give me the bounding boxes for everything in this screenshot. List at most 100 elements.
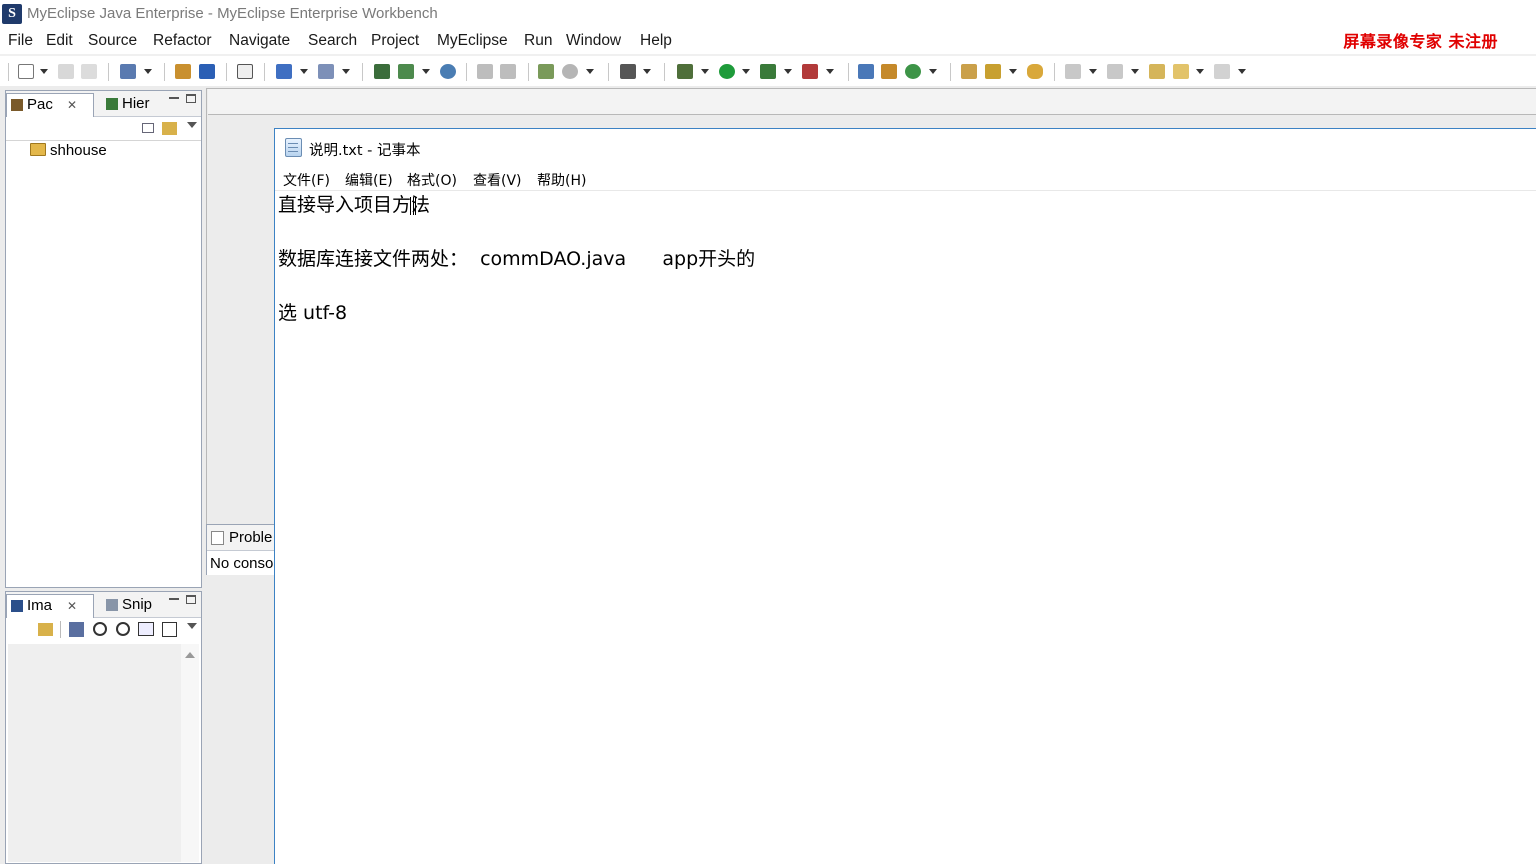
vertical-scrollbar[interactable] bbox=[181, 644, 199, 862]
new-enum-icon[interactable] bbox=[905, 64, 921, 79]
prev-annotation-icon[interactable] bbox=[477, 64, 493, 79]
notepad-menu-help[interactable]: 帮助(H) bbox=[537, 170, 586, 190]
debug-dropdown-icon[interactable] bbox=[701, 69, 709, 74]
menu-project[interactable]: Project bbox=[371, 32, 419, 50]
external-tools-dropdown-icon[interactable] bbox=[826, 69, 834, 74]
save-icon[interactable] bbox=[58, 64, 74, 79]
link-with-editor-icon[interactable] bbox=[38, 623, 53, 636]
browser-icon[interactable] bbox=[237, 64, 253, 79]
menu-myeclipse[interactable]: MyEclipse bbox=[437, 32, 508, 50]
menu-search[interactable]: Search bbox=[308, 32, 357, 50]
new-project-icon[interactable] bbox=[538, 64, 554, 79]
view-menu-icon[interactable] bbox=[187, 623, 197, 629]
external-tools-icon[interactable] bbox=[802, 64, 818, 79]
maximize-icon[interactable] bbox=[186, 595, 196, 604]
menu-navigate[interactable]: Navigate bbox=[229, 32, 290, 50]
pencil-icon[interactable] bbox=[985, 64, 1001, 79]
tree-item-project[interactable]: shhouse bbox=[30, 142, 107, 159]
toolbar-separator bbox=[1054, 63, 1055, 81]
tab-image-viewer[interactable]: Ima ✕ bbox=[6, 594, 94, 618]
notepad-text-area[interactable]: 直接导入项目方法 数据库连接文件两处： commDAO.java app开头的 … bbox=[278, 192, 1536, 864]
notepad-window[interactable]: 说明.txt - 记事本 文件(F) 编辑(E) 格式(O) 查看(V) 帮助(… bbox=[274, 128, 1536, 864]
database-icon[interactable] bbox=[562, 64, 578, 79]
menu-window[interactable]: Window bbox=[566, 32, 621, 50]
run-web-dropdown-icon[interactable] bbox=[300, 69, 308, 74]
new-class-icon[interactable] bbox=[858, 64, 874, 79]
notepad-menu-view[interactable]: 查看(V) bbox=[473, 170, 522, 190]
next-edit-dropdown-icon[interactable] bbox=[1089, 69, 1097, 74]
print-icon[interactable] bbox=[81, 64, 97, 79]
scroll-up-icon[interactable] bbox=[185, 652, 195, 658]
next-annotation-icon[interactable] bbox=[500, 64, 516, 79]
toolbar-separator bbox=[60, 621, 61, 638]
new-interface-icon[interactable] bbox=[881, 64, 897, 79]
run-config-dropdown-icon[interactable] bbox=[784, 69, 792, 74]
zoom-out-icon[interactable] bbox=[93, 622, 107, 636]
fit-window-icon[interactable] bbox=[162, 622, 177, 637]
last-edit-icon[interactable] bbox=[1149, 64, 1165, 79]
new-icon[interactable] bbox=[18, 64, 34, 79]
menu-help[interactable]: Help bbox=[640, 32, 672, 50]
notepad-menu-format[interactable]: 格式(O) bbox=[407, 170, 457, 190]
run-web-icon[interactable] bbox=[276, 64, 292, 79]
run-config-icon[interactable] bbox=[760, 64, 776, 79]
forward-icon[interactable] bbox=[1214, 64, 1230, 79]
menu-refactor[interactable]: Refactor bbox=[153, 32, 212, 50]
image-canvas[interactable] bbox=[8, 644, 181, 862]
camera-dropdown-icon[interactable] bbox=[643, 69, 651, 74]
tab-hierarchy[interactable]: Hier bbox=[102, 93, 162, 117]
database-dropdown-icon[interactable] bbox=[586, 69, 594, 74]
tree-item-label: shhouse bbox=[50, 142, 107, 159]
tab-snippets[interactable]: Snip bbox=[102, 594, 162, 618]
link-with-editor-icon[interactable] bbox=[162, 122, 177, 135]
zoom-in-icon[interactable] bbox=[116, 622, 130, 636]
search-folder-icon[interactable] bbox=[1027, 64, 1043, 79]
package-icon[interactable] bbox=[398, 64, 414, 79]
fit-image-icon[interactable] bbox=[69, 622, 84, 637]
debug-icon[interactable] bbox=[677, 64, 693, 79]
minimize-icon[interactable] bbox=[169, 598, 179, 600]
camera-icon[interactable] bbox=[620, 64, 636, 79]
menu-edit[interactable]: Edit bbox=[46, 32, 73, 50]
back-icon[interactable] bbox=[1173, 64, 1189, 79]
notepad-menu-edit[interactable]: 编辑(E) bbox=[345, 170, 393, 190]
new-enum-dropdown-icon[interactable] bbox=[929, 69, 937, 74]
toolbar-separator bbox=[528, 63, 529, 81]
minimize-icon[interactable] bbox=[169, 97, 179, 99]
window-title: MyEclipse Java Enterprise - MyEclipse En… bbox=[27, 5, 438, 22]
maximize-icon[interactable] bbox=[186, 94, 196, 103]
new-dropdown-icon[interactable] bbox=[40, 69, 48, 74]
menu-file[interactable]: File bbox=[8, 32, 33, 50]
new-wizard-icon[interactable] bbox=[120, 64, 136, 79]
open-folder-icon[interactable] bbox=[961, 64, 977, 79]
prev-edit-icon[interactable] bbox=[1107, 64, 1123, 79]
close-icon[interactable]: ✕ bbox=[67, 595, 77, 617]
run-dropdown-icon[interactable] bbox=[742, 69, 750, 74]
run-icon[interactable] bbox=[719, 64, 735, 79]
notepad-menu-file[interactable]: 文件(F) bbox=[283, 170, 330, 190]
collapse-all-icon[interactable] bbox=[142, 123, 154, 133]
menu-run[interactable]: Run bbox=[524, 32, 552, 50]
new-wizard-dropdown-icon[interactable] bbox=[144, 69, 152, 74]
package-dropdown-icon[interactable] bbox=[422, 69, 430, 74]
prev-edit-dropdown-icon[interactable] bbox=[1131, 69, 1139, 74]
back-dropdown-icon[interactable] bbox=[1196, 69, 1204, 74]
open-type-icon[interactable] bbox=[318, 64, 334, 79]
hierarchy-icon[interactable] bbox=[374, 64, 390, 79]
text-line: 直接导入项目方法 bbox=[278, 194, 431, 216]
tab-label: Ima bbox=[27, 597, 53, 614]
globe-icon[interactable] bbox=[440, 64, 456, 79]
close-icon[interactable]: ✕ bbox=[67, 94, 77, 116]
server-icon[interactable] bbox=[199, 64, 215, 79]
view-menu-icon[interactable] bbox=[187, 122, 197, 128]
pencil-dropdown-icon[interactable] bbox=[1009, 69, 1017, 74]
tab-package-explorer[interactable]: Pac ✕ bbox=[6, 93, 94, 117]
forward-dropdown-icon[interactable] bbox=[1238, 69, 1246, 74]
notepad-titlebar[interactable]: 说明.txt - 记事本 bbox=[275, 129, 1536, 165]
snippets-icon bbox=[106, 599, 118, 611]
actual-size-icon[interactable] bbox=[138, 622, 154, 636]
deploy-icon[interactable] bbox=[175, 64, 191, 79]
next-edit-icon[interactable] bbox=[1065, 64, 1081, 79]
menu-source[interactable]: Source bbox=[88, 32, 137, 50]
open-type-dropdown-icon[interactable] bbox=[342, 69, 350, 74]
